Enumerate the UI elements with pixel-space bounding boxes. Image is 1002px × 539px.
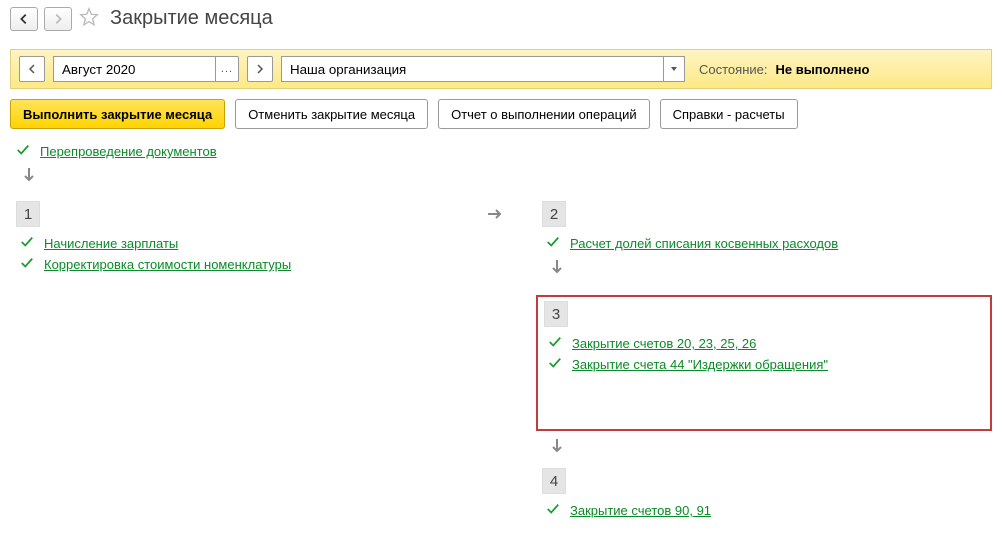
references-calculations-button[interactable]: Справки - расчеты — [660, 99, 798, 129]
check-icon — [548, 356, 562, 373]
period-bar: ... Состояние: Не выполнено — [10, 49, 992, 89]
page-title: Закрытие месяца — [110, 7, 273, 30]
close-account-44-link[interactable]: Закрытие счета 44 "Издержки обращения" — [572, 357, 828, 372]
period-picker-button[interactable]: ... — [215, 56, 239, 82]
down-arrow-icon — [20, 166, 992, 187]
stage-3-number: 3 — [544, 301, 568, 327]
execute-close-month-button[interactable]: Выполнить закрытие месяца — [10, 99, 225, 129]
stage-4: 4 Закрытие счетов 90, 91 — [536, 464, 992, 533]
cost-adjustment-link[interactable]: Корректировка стоимости номенклатуры — [44, 257, 291, 272]
down-arrow-icon — [548, 437, 992, 458]
right-arrow-icon — [486, 197, 516, 533]
repost-documents-link[interactable]: Перепроведение документов — [40, 144, 217, 159]
operations-report-button[interactable]: Отчет о выполнении операций — [438, 99, 650, 129]
cancel-close-month-button[interactable]: Отменить закрытие месяца — [235, 99, 428, 129]
check-icon — [546, 235, 560, 252]
down-arrow-icon — [548, 258, 986, 279]
organization-input[interactable] — [281, 56, 663, 82]
favorite-star-icon[interactable] — [78, 6, 100, 31]
period-next-button[interactable] — [247, 56, 273, 82]
status-value: Не выполнено — [775, 62, 869, 77]
check-icon — [20, 256, 34, 273]
payroll-link[interactable]: Начисление зарплаты — [44, 236, 178, 251]
check-icon — [20, 235, 34, 252]
close-accounts-90-link[interactable]: Закрытие счетов 90, 91 — [570, 503, 711, 518]
forward-button[interactable] — [44, 7, 72, 31]
stage-1: 1 Начисление зарплаты Корректировка стои… — [10, 197, 466, 287]
stage-3: 3 Закрытие счетов 20, 23, 25, 26 Закрыти… — [536, 295, 992, 431]
organization-dropdown-button[interactable] — [663, 56, 685, 82]
check-icon — [546, 502, 560, 519]
stage-1-number: 1 — [16, 201, 40, 227]
stage-2-number: 2 — [542, 201, 566, 227]
stage-2: 2 Расчет долей списания косвенных расход… — [536, 197, 992, 295]
close-accounts-20-link[interactable]: Закрытие счетов 20, 23, 25, 26 — [572, 336, 756, 351]
indirect-costs-link[interactable]: Расчет долей списания косвенных расходов — [570, 236, 838, 251]
status-label: Состояние: — [699, 62, 767, 77]
period-prev-button[interactable] — [19, 56, 45, 82]
check-icon — [548, 335, 562, 352]
period-input[interactable] — [53, 56, 215, 82]
stage-4-number: 4 — [542, 468, 566, 494]
back-button[interactable] — [10, 7, 38, 31]
check-icon — [16, 143, 30, 160]
